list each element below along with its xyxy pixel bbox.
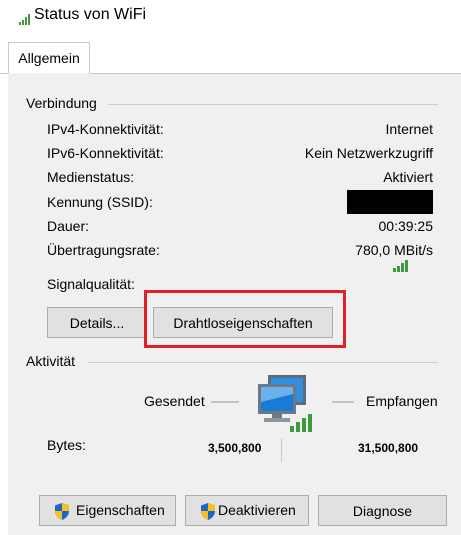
disable-button-label: Deaktivieren [218, 502, 296, 518]
connection-group-label: Verbindung [26, 95, 97, 111]
bytes-sent-value: 3,500,800 [208, 441, 262, 455]
properties-button[interactable]: Eigenschaften [39, 495, 176, 526]
group-divider [88, 362, 438, 363]
properties-button-label: Eigenschaften [76, 502, 165, 518]
bytes-label: Bytes: [47, 437, 86, 453]
bytes-received-value: 31,500,800 [358, 441, 419, 455]
ipv6-value: Kein Netzwerkzugriff [304, 145, 433, 161]
tab-divider [90, 73, 461, 74]
admin-shield-icon [55, 503, 69, 520]
title-bar: Status von WiFi [0, 0, 461, 38]
ssid-redacted [347, 190, 433, 214]
tab-strip: Allgemein [0, 42, 461, 74]
admin-shield-icon [201, 503, 215, 520]
media-status-label: Medienstatus: [47, 169, 135, 185]
speed-value: 780,0 MBit/s [355, 242, 433, 258]
wifi-signal-icon [19, 14, 30, 25]
sent-dash [211, 401, 239, 403]
details-button[interactable]: Details... [47, 307, 147, 338]
tab-divider [0, 73, 8, 74]
received-label: Empfangen [366, 393, 438, 409]
activity-group-label: Aktivität [26, 353, 76, 369]
media-status-value: Aktiviert [383, 169, 433, 185]
duration-value: 00:39:25 [378, 218, 434, 234]
group-divider [108, 104, 438, 105]
duration-label: Dauer: [47, 218, 90, 234]
received-dash [332, 401, 354, 403]
signal-quality-label: Signalqualität: [47, 276, 135, 292]
ipv4-value: Internet [385, 121, 433, 137]
tab-general[interactable]: Allgemein [8, 42, 90, 73]
disable-button[interactable]: Deaktivieren [185, 495, 309, 526]
highlight-frame [144, 290, 346, 348]
signal-strength-icon [393, 260, 408, 272]
bytes-divider [281, 438, 282, 462]
window-title: Status von WiFi [34, 6, 147, 23]
ssid-label: Kennung (SSID): [47, 194, 153, 210]
ipv6-label: IPv6-Konnektivität: [47, 145, 164, 161]
network-computer-icon [258, 375, 312, 432]
ipv4-label: IPv4-Konnektivität: [47, 121, 164, 137]
sent-label: Gesendet [144, 393, 205, 409]
diagnose-button[interactable]: Diagnose [318, 495, 447, 526]
speed-label: Übertragungsrate: [47, 242, 160, 258]
